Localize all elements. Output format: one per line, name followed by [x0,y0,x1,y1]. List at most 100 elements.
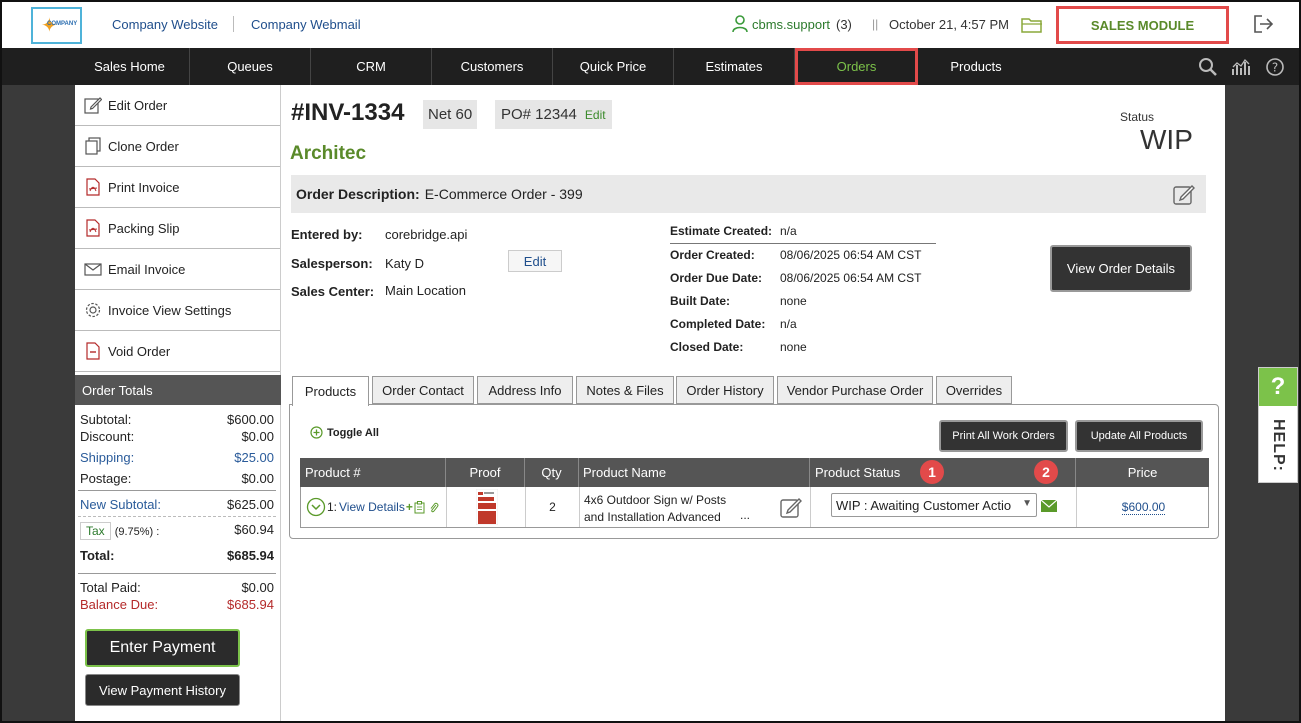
row-qty: 2 [526,487,580,527]
help-tab[interactable]: ? HELP: [1258,367,1298,483]
email-notify-icon[interactable] [1041,500,1057,512]
void-icon [86,342,100,360]
sidebar-item-email-invoice[interactable]: Email Invoice [75,249,280,290]
tab-vendor-purchase-order[interactable]: Vendor Purchase Order [777,376,933,404]
tax-button[interactable]: Tax [80,522,111,540]
table-row: 1: View Details + 2 4x6 Outdoor Sign w/ … [300,487,1209,528]
user-icon [732,15,748,33]
price-link[interactable]: $600.00 [1121,500,1166,515]
col-qty: Qty [525,458,579,487]
sidebar-item-invoice-view-settings[interactable]: Invoice View Settings [75,290,280,331]
product-name-ellipsis: ... [740,508,751,522]
nav-products[interactable]: Products [918,48,1034,85]
tax-value: $60.94 [234,522,274,537]
sidebar-item-label: Clone Order [108,138,179,154]
help-circle-icon[interactable]: ? [1265,57,1285,77]
row-number: 1: [327,500,338,514]
help-question-icon: ? [1259,368,1297,406]
user-name-link[interactable]: cbms.support [752,17,830,32]
sidebar-item-label: Packing Slip [108,220,180,236]
closed-date-value: none [780,340,807,354]
sidebar-item-void-order[interactable]: Void Order [75,331,280,372]
sidebar-item-print-invoice[interactable]: Print Invoice [75,167,280,208]
folder-icon[interactable] [1021,16,1043,33]
tab-order-history[interactable]: Order History [676,376,774,404]
paperclip-icon[interactable] [428,501,439,514]
expand-chevron-icon[interactable] [306,497,326,517]
order-actions-sidebar: Edit Order Clone Order Print Invoice Pac… [75,85,281,723]
completed-date-label: Completed Date: [670,317,766,331]
customer-name[interactable]: Architec [290,143,366,165]
top-divider [233,16,234,32]
estimate-created-value: n/a [780,224,797,238]
proof-thumbnail-icon[interactable] [476,489,498,525]
col-product-num: Product # [300,458,446,487]
add-icon[interactable]: + [406,500,413,514]
envelope-icon [84,263,102,276]
nav-sales-home[interactable]: Sales Home [70,48,190,85]
col-product-name: Product Name [579,458,810,487]
salesperson-edit-button[interactable]: Edit [508,250,562,272]
company-logo[interactable]: ✦ COMPANY [31,7,82,44]
sales-module-button[interactable]: SALES MODULE [1056,6,1229,44]
sidebar-item-clone-order[interactable]: Clone Order [75,126,280,167]
company-webmail-link[interactable]: Company Webmail [251,17,361,32]
svg-text:?: ? [1272,61,1278,75]
nav-crm[interactable]: CRM [311,48,432,85]
sidebar-item-label: Email Invoice [108,261,186,277]
view-order-details-button[interactable]: View Order Details [1050,245,1192,292]
col-proof: Proof [446,458,525,487]
nav-estimates[interactable]: Estimates [674,48,795,85]
update-all-products-button[interactable]: Update All Products [1075,420,1203,452]
view-payment-history-button[interactable]: View Payment History [85,674,240,706]
po-edit-link[interactable]: Edit [585,108,606,122]
product-status-select[interactable]: WIP : Awaiting Customer Actio ▼ [831,493,1037,517]
print-all-work-orders-button[interactable]: Print All Work Orders [939,420,1068,452]
total-label: Total: [80,548,115,563]
order-status: WIP [1140,124,1193,155]
view-details-link[interactable]: View Details [339,500,405,514]
enter-payment-button[interactable]: Enter Payment [85,629,240,667]
company-website-link[interactable]: Company Website [112,17,218,32]
sidebar-item-label: Void Order [108,343,171,359]
sidebar-item-packing-slip[interactable]: Packing Slip [75,208,280,249]
shipping-row[interactable]: Shipping: $25.00 [80,450,274,465]
tab-notes-files[interactable]: Notes & Files [576,376,674,404]
product-status-value: WIP : Awaiting Customer Actio [836,497,1012,513]
tab-overrides[interactable]: Overrides [936,376,1012,404]
tab-products[interactable]: Products [292,376,369,406]
discount-value: $0.00 [241,429,274,444]
search-icon[interactable] [1198,57,1218,77]
datetime-separator: || [872,17,879,31]
description-label: Order Description: [296,186,420,202]
sidebar-item-label: Invoice View Settings [108,302,232,318]
logout-icon[interactable] [1254,15,1274,33]
description-value: E-Commerce Order - 399 [424,186,583,202]
totals-divider [78,490,276,491]
order-created-value: 08/06/2025 06:54 AM CST [780,248,922,262]
nav-quick-price[interactable]: Quick Price [553,48,674,85]
edit-product-icon[interactable] [779,495,803,519]
edit-icon [84,97,102,114]
edit-description-icon[interactable] [1172,182,1196,206]
tab-address-info[interactable]: Address Info [477,376,573,404]
balance-due-label: Balance Due: [80,597,159,612]
product-name-line-1: 4x6 Outdoor Sign w/ Posts [584,493,727,507]
clipboard-icon[interactable] [414,500,425,514]
shipping-label[interactable]: Shipping: [80,450,134,465]
pdf-icon [86,178,100,196]
nav-queues[interactable]: Queues [190,48,311,85]
nav-customers[interactable]: Customers [432,48,553,85]
toggle-all-link[interactable]: Toggle All [310,426,379,439]
total-value: $685.94 [227,548,274,563]
order-totals-header: Order Totals [75,375,281,405]
sidebar-item-edit-order[interactable]: Edit Order [75,85,280,126]
tab-order-contact[interactable]: Order Contact [372,376,474,404]
toggle-all-label: Toggle All [327,426,379,439]
tax-rate: (9.75%) : [114,526,160,538]
analytics-icon[interactable] [1231,57,1251,77]
estimate-created-label: Estimate Created: [670,224,773,238]
row-proof[interactable] [447,487,526,527]
nav-orders[interactable]: Orders [795,48,918,85]
new-subtotal-value: $625.00 [227,497,274,512]
